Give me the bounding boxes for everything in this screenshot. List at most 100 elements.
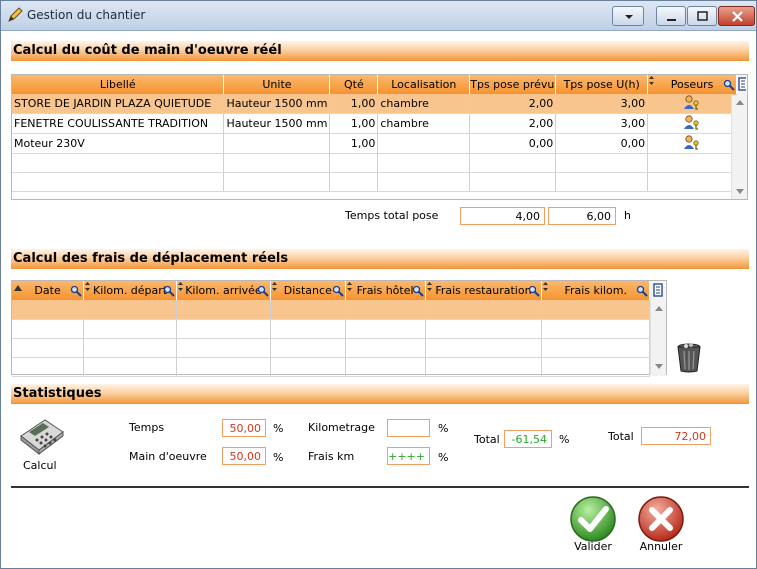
search-icon[interactable] — [528, 285, 541, 297]
cell-poseurs[interactable] — [647, 113, 737, 134]
search-icon[interactable] — [163, 285, 175, 297]
temps-unit: % — [273, 422, 284, 435]
total-amount-field[interactable]: 72,00 — [641, 427, 711, 445]
search-icon[interactable] — [412, 285, 424, 297]
close-button[interactable] — [718, 6, 755, 26]
cell-tps-prevu: 2,00 — [469, 94, 557, 114]
main-window: Gestion du chantier Calcul du coût de ma… — [0, 0, 757, 569]
cancel-label: Annuler — [639, 540, 683, 553]
total-amount-label: Total — [608, 430, 634, 443]
section-travel-title: Calcul des frais de déplacement réels — [11, 249, 749, 269]
col-tps-prevu[interactable]: Tps pose prévu — [469, 75, 557, 94]
frais-km-label: Frais km — [308, 450, 355, 463]
col-localisation[interactable]: Localisation — [377, 75, 471, 94]
table-row[interactable]: Moteur 230V 1,00 0,00 0,00 — [12, 133, 747, 154]
divider — [11, 486, 749, 488]
table-row[interactable] — [12, 300, 666, 320]
cell-unite — [223, 133, 331, 154]
sort-updown-icon — [543, 282, 549, 291]
search-icon[interactable] — [332, 285, 344, 297]
validate-label: Valider — [574, 540, 612, 553]
kilometrage-label: Kilometrage — [308, 421, 375, 434]
travel-cost-grid: Date Kilom. départ Kilom. arrivée Distan… — [11, 280, 667, 377]
empty-row — [12, 172, 747, 192]
app-pencil-icon — [8, 7, 23, 22]
cell-poseurs[interactable] — [647, 94, 737, 114]
col-export[interactable] — [649, 281, 666, 300]
total-pose-unit: h — [624, 209, 631, 222]
trash-bin-icon[interactable] — [675, 341, 703, 373]
cell-tps-prevu: 0,00 — [469, 133, 557, 154]
section-stats-title: Statistiques — [11, 384, 749, 404]
cross-icon — [638, 496, 684, 542]
copy-table-icon[interactable] — [738, 77, 747, 91]
copy-table-icon[interactable] — [653, 283, 663, 297]
main-oeuvre-field[interactable]: 50,00 — [222, 447, 266, 465]
frais-km-field[interactable]: ++++ — [387, 447, 430, 465]
total-percent-field[interactable]: -61,54 — [504, 430, 552, 448]
sort-updown-icon — [271, 282, 277, 291]
minimize-button[interactable] — [656, 6, 686, 26]
table-row[interactable]: STORE DE JARDIN PLAZA QUIETUDE Hauteur 1… — [12, 94, 747, 114]
cell-tps-u: 0,00 — [555, 133, 649, 154]
total-pose-prevu-field[interactable]: 4,00 — [460, 207, 545, 225]
cell-qte: 1,00 — [329, 133, 379, 154]
user-key-icon[interactable] — [683, 134, 701, 150]
col-poseurs[interactable]: Poseurs — [647, 75, 737, 94]
cancel-button[interactable]: Annuler — [635, 495, 687, 557]
col-kilom-arrivee[interactable]: Kilom. arrivée — [176, 281, 271, 300]
close-icon — [732, 11, 743, 22]
cell-qte: 1,00 — [329, 113, 379, 134]
user-key-icon[interactable] — [683, 94, 701, 110]
cell-tps-prevu: 2,00 — [469, 113, 557, 134]
cell-unite: Hauteur 1500 mm — [223, 113, 331, 134]
temps-field[interactable]: 50,00 — [222, 419, 266, 437]
labor-cost-grid: Libellé Unite Qté Localisation Tps pose … — [11, 74, 748, 200]
window-menu-button[interactable] — [612, 6, 644, 26]
sort-updown-icon — [85, 282, 91, 291]
empty-row — [12, 153, 747, 173]
search-icon[interactable] — [723, 79, 735, 91]
col-export[interactable] — [736, 75, 748, 94]
sort-updown-icon — [649, 76, 655, 85]
search-icon[interactable] — [70, 285, 82, 297]
scroll-up-icon[interactable] — [736, 99, 744, 105]
window-title: Gestion du chantier — [27, 8, 146, 22]
cell-tps-u: 3,00 — [555, 113, 649, 134]
validate-button[interactable]: Valider — [567, 495, 619, 557]
col-distance[interactable]: Distance — [270, 281, 346, 300]
col-libelle[interactable]: Libellé — [12, 75, 225, 94]
col-frais-kilom[interactable]: Frais kilom. — [541, 281, 651, 300]
col-frais-hotel[interactable]: Frais hôtel — [345, 281, 426, 300]
maximize-button[interactable] — [687, 6, 717, 26]
cell-localisation: chambre — [377, 113, 471, 134]
cell-libelle: STORE DE JARDIN PLAZA QUIETUDE — [12, 94, 225, 114]
col-frais-restauration[interactable]: Frais restauration — [425, 281, 543, 300]
cell-libelle: Moteur 230V — [12, 133, 225, 154]
cell-qte: 1,00 — [329, 94, 379, 114]
total-pose-u-field[interactable]: 6,00 — [548, 207, 616, 225]
calcul-button[interactable]: Calcul — [15, 416, 67, 476]
frais-km-unit: % — [438, 451, 449, 464]
user-key-icon[interactable] — [683, 114, 701, 130]
search-icon[interactable] — [636, 285, 648, 297]
col-qte[interactable]: Qté — [329, 75, 379, 94]
travel-grid-scrollbar[interactable] — [650, 301, 666, 374]
main-oeuvre-label: Main d'oeuvre — [129, 450, 207, 463]
col-tps-u[interactable]: Tps pose U(h) — [555, 75, 649, 94]
sort-updown-icon — [346, 282, 352, 291]
cell-poseurs[interactable] — [647, 133, 737, 154]
total-percent-label: Total — [474, 433, 500, 446]
table-row[interactable]: FENETRE COULISSANTE TRADITION Hauteur 15… — [12, 113, 747, 134]
col-date[interactable]: Date — [12, 281, 85, 300]
col-unite[interactable]: Unite — [223, 75, 331, 94]
scroll-down-icon[interactable] — [736, 189, 744, 195]
scroll-down-icon[interactable] — [655, 364, 663, 370]
labor-grid-scrollbar[interactable] — [731, 95, 747, 199]
dropdown-arrow-icon — [625, 15, 633, 19]
cell-unite: Hauteur 1500 mm — [223, 94, 331, 114]
scroll-up-icon[interactable] — [655, 305, 663, 311]
kilometrage-field[interactable] — [387, 419, 430, 437]
search-icon[interactable] — [257, 285, 269, 297]
col-kilom-depart[interactable]: Kilom. départ — [83, 281, 178, 300]
